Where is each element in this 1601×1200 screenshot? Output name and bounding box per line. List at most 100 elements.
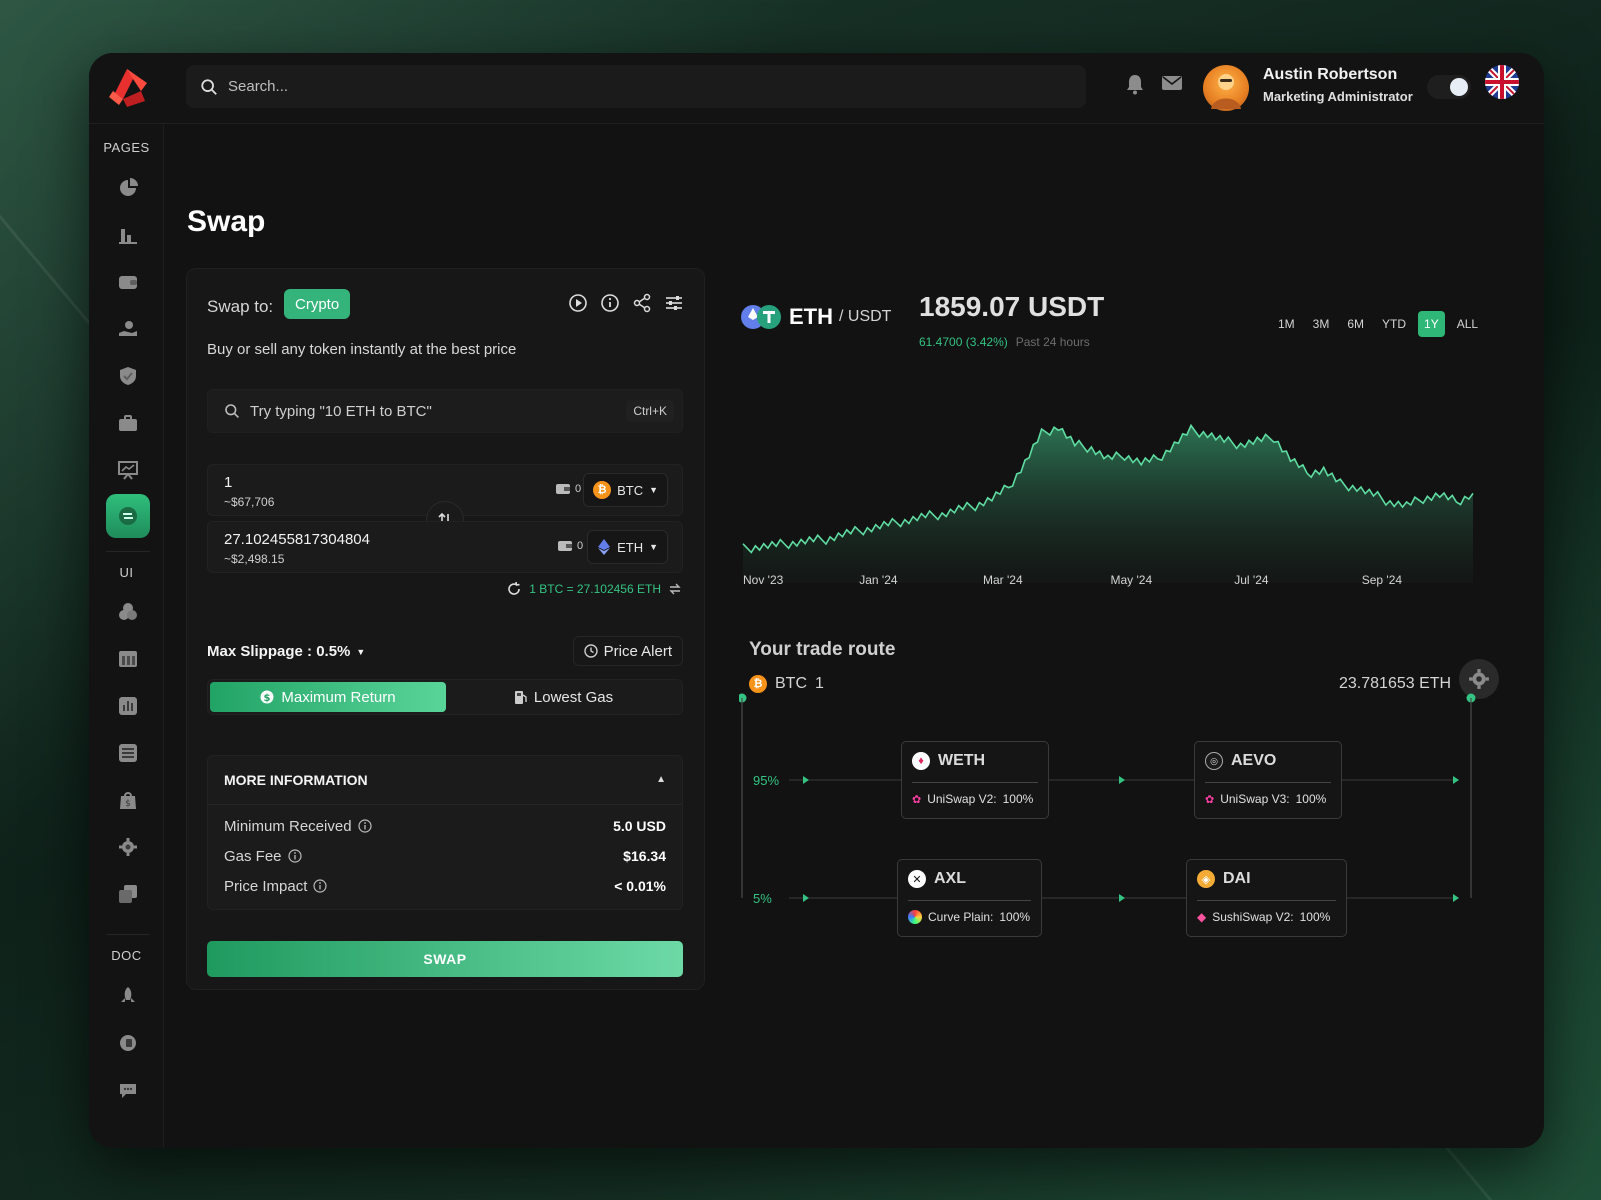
pair-quote: / USDT: [839, 308, 892, 325]
command-input[interactable]: [250, 402, 620, 420]
route-percent-secondary: 5%: [753, 891, 772, 906]
sidebar-item-components[interactable]: [106, 590, 150, 634]
sidebar-item-support[interactable]: [106, 1068, 150, 1112]
refresh-icon[interactable]: [506, 581, 522, 597]
sidebar-item-getting-started[interactable]: [106, 974, 150, 1018]
theme-toggle[interactable]: [1427, 75, 1471, 99]
bell-icon[interactable]: [1125, 73, 1145, 95]
bar-chart-icon: [119, 229, 137, 244]
from-token-select[interactable]: ₿ BTC ▼: [583, 473, 668, 507]
maximum-return-tab[interactable]: $ Maximum Return: [210, 682, 446, 712]
info-icon[interactable]: [357, 819, 372, 833]
price-impact-value: < 0.01%: [614, 878, 666, 894]
range-1y[interactable]: 1Y: [1418, 311, 1445, 337]
swap-mode-dropdown[interactable]: Crypto: [284, 289, 351, 319]
sidebar-item-tables[interactable]: [106, 637, 150, 681]
divider: [912, 782, 1038, 783]
wallet-icon: [119, 276, 137, 289]
gear-icon: [1469, 669, 1489, 689]
app-window: Austin Robertson Marketing Administrator…: [89, 53, 1544, 1148]
to-token-select[interactable]: ETH ▼: [587, 530, 668, 564]
route-node-aevo[interactable]: ◎ AEVO ✿ UniSwap V3: 100%: [1194, 741, 1342, 819]
sidebar-item-portfolio[interactable]: [106, 401, 150, 445]
circles-icon: [119, 603, 137, 620]
price-area-chart[interactable]: [739, 383, 1489, 583]
more-info-heading[interactable]: MORE INFORMATION: [224, 772, 368, 788]
range-all[interactable]: ALL: [1451, 311, 1484, 337]
sidebar-item-plugins[interactable]: [106, 1021, 150, 1065]
route-arrow: [1119, 776, 1125, 784]
price-alert-button[interactable]: Price Alert: [572, 636, 683, 666]
command-search[interactable]: Ctrl+K: [207, 389, 683, 433]
sidebar-item-charts[interactable]: [106, 684, 150, 728]
presentation-icon: [118, 461, 138, 480]
puzzle-icon: [120, 1035, 136, 1051]
table-icon: [119, 651, 137, 667]
sidebar-item-analytics[interactable]: [106, 213, 150, 257]
trade-route-title: Your trade route: [749, 639, 896, 660]
mail-icon[interactable]: [1161, 73, 1183, 93]
search-input[interactable]: [228, 78, 1028, 95]
bag-icon: $: [120, 792, 136, 809]
max-slippage-dropdown[interactable]: Max Slippage : 0.5% ▼: [207, 643, 365, 660]
to-amount[interactable]: 27.102455817304804: [224, 531, 370, 548]
route-arrow: [803, 776, 809, 784]
lowest-gas-tab[interactable]: Lowest Gas: [446, 682, 682, 712]
play-icon[interactable]: [568, 293, 588, 313]
info-icon[interactable]: [287, 849, 302, 863]
filter-sliders-icon[interactable]: [664, 293, 684, 313]
swap-button[interactable]: SWAP: [207, 941, 683, 977]
sidebar-item-lists[interactable]: [106, 731, 150, 775]
sidebar-item-reports[interactable]: [106, 448, 150, 492]
sidebar-item-pages[interactable]: [106, 872, 150, 916]
wallet-icon: [558, 541, 572, 551]
route-node-weth[interactable]: ♦ WETH ✿ UniSwap V2: 100%: [901, 741, 1049, 819]
node-dex-name: Curve Plain:: [928, 910, 994, 924]
price-change-note: Past 24 hours: [1015, 335, 1090, 349]
info-icon[interactable]: [313, 879, 327, 893]
price-change-value: 61.4700 (3.42%): [919, 335, 1008, 349]
share-icon[interactable]: [632, 293, 652, 313]
route-to-token: ETH: [1419, 675, 1452, 692]
sidebar-item-shop[interactable]: $: [106, 778, 150, 822]
range-3m[interactable]: 3M: [1307, 311, 1336, 337]
exchange-rate-text: 1 BTC = 27.102456 ETH: [529, 582, 661, 596]
eth-usdt-pair-icon: [741, 305, 781, 329]
range-ytd[interactable]: YTD: [1376, 311, 1412, 337]
avatar[interactable]: [1203, 65, 1249, 111]
sidebar-item-staking[interactable]: [106, 307, 150, 351]
x-tick-label: Jan '24: [859, 573, 898, 587]
price-alert-label: Price Alert: [603, 642, 672, 660]
chevron-up-icon[interactable]: ▲: [656, 774, 666, 785]
route-node-dai[interactable]: ◈ DAI ◆ SushiSwap V2: 100%: [1186, 859, 1347, 937]
from-amount[interactable]: 1: [224, 474, 232, 491]
node-dex-share: 100%: [999, 910, 1031, 924]
info-icon[interactable]: [600, 293, 620, 313]
uk-flag-icon[interactable]: [1485, 65, 1519, 99]
chevron-down-icon: ▼: [356, 646, 366, 657]
x-tick-label: Mar '24: [983, 573, 1023, 587]
route-connectors: [739, 693, 1476, 902]
range-1m[interactable]: 1M: [1272, 311, 1301, 337]
brand-logo-icon[interactable]: [105, 61, 155, 111]
divider: [1205, 782, 1331, 783]
sushiswap-icon: ◆: [1197, 910, 1207, 924]
sidebar-item-settings[interactable]: [106, 825, 150, 869]
to-token-row[interactable]: 27.102455817304804 ~$2,498.15 0 ETH ▼: [207, 521, 683, 573]
sidebar-item-wallet[interactable]: [106, 260, 150, 304]
route-node-axl[interactable]: ✕ AXL Curve Plain: 100%: [897, 859, 1042, 937]
node-dex-share: 100%: [1299, 910, 1331, 924]
maximum-return-label: Maximum Return: [281, 688, 396, 706]
sidebar-item-security[interactable]: [106, 354, 150, 398]
sidebar: PAGES UI $ DOC: [89, 124, 164, 1148]
minimum-received-label: Minimum Received: [224, 817, 352, 835]
swap-rate-icon[interactable]: [668, 582, 682, 596]
user-name[interactable]: Austin Robertson: [1263, 66, 1397, 84]
search-bar[interactable]: [186, 65, 1086, 108]
sidebar-item-swap[interactable]: [106, 494, 150, 538]
range-6m[interactable]: 6M: [1341, 311, 1370, 337]
node-dex-share: 100%: [1295, 792, 1327, 806]
current-price: 1859.07 USDT: [919, 291, 1105, 322]
shield-icon: [120, 367, 136, 385]
sidebar-item-dashboard[interactable]: [106, 166, 150, 210]
